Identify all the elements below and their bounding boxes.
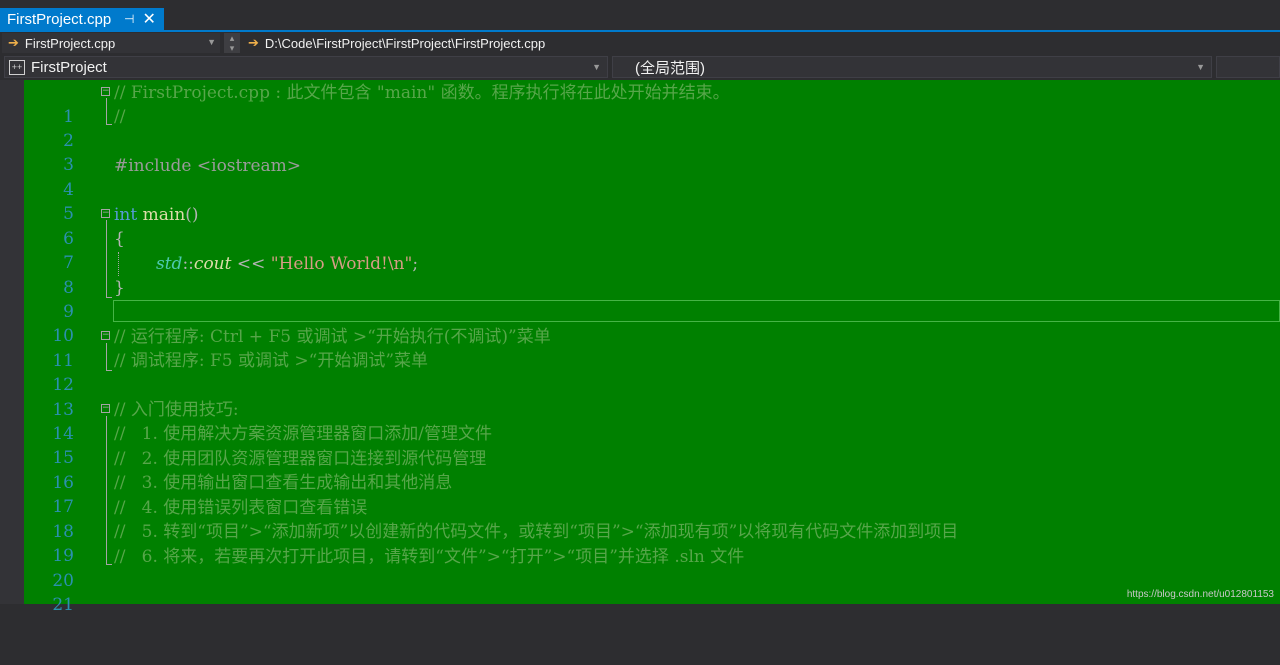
tab-firstproject-cpp[interactable]: FirstProject.cpp ⊣ ✕	[0, 8, 164, 30]
keyword-int: int	[114, 205, 138, 225]
file-path-bar[interactable]: ➔ D:\Code\FirstProject\FirstProject\Firs…	[246, 33, 1276, 53]
code-line-10: 10	[0, 300, 1280, 346]
code-line-11: 11 − // 运行程序: Ctrl + F5 或调试 >“开始执行(不调试)”…	[0, 325, 1280, 371]
project-dropdown-label: FirstProject	[31, 58, 107, 76]
code-line-4: 4 #include <iostream>	[0, 154, 1280, 200]
member-dropdown[interactable]	[1216, 56, 1280, 78]
code-line-9: 9 }	[0, 276, 1280, 322]
line-code: #include <iostream>	[114, 156, 302, 176]
code-line-2: 2 //	[0, 105, 1280, 151]
file-path-label: D:\Code\FirstProject\FirstProject\FirstP…	[264, 35, 546, 51]
line-code: // 4. 使用错误列表窗口查看错误	[114, 498, 368, 518]
code-line-18: 18 // 4. 使用错误列表窗口查看错误	[0, 496, 1280, 542]
collapse-icon[interactable]: −	[101, 404, 110, 413]
line-code: // 运行程序: Ctrl + F5 或调试 >“开始执行(不调试)”菜单	[114, 327, 551, 347]
collapse-icon[interactable]: −	[101, 331, 110, 340]
line-code: // 6. 将来，若要再次打开此项目，请转到“文件”>“打开”>“项目”并选择 …	[114, 547, 745, 567]
project-dropdown[interactable]: ++ FirstProject ▼	[4, 56, 608, 78]
file-navigation-bar: ➔ FirstProject.cpp ▼ ▴ ▾ ➔ D:\Code\FirstP…	[0, 32, 1280, 54]
namespace-std: std	[156, 254, 183, 274]
line-code: // 2. 使用团队资源管理器窗口连接到源代码管理	[114, 449, 487, 469]
string-literal: "Hello World!\n"	[270, 254, 413, 274]
identifier-cout: cout	[193, 254, 232, 274]
code-line-17: 17 // 3. 使用输出窗口查看生成输出和其他消息	[0, 471, 1280, 517]
line-code: // 1. 使用解决方案资源管理器窗口添加/管理文件	[114, 424, 493, 444]
scope-dropdown-label: (全局范围)	[635, 59, 705, 77]
line-code: // 3. 使用输出窗口查看生成输出和其他消息	[114, 473, 453, 493]
close-icon[interactable]: ✕	[141, 9, 157, 29]
line-code: //	[114, 107, 126, 127]
semicolon: ;	[412, 254, 419, 274]
arrow-right-icon: ➔	[248, 35, 259, 50]
file-dropdown-label: FirstProject.cpp	[24, 35, 116, 51]
chevron-down-icon: ▼	[207, 37, 216, 47]
watermark-url: https://blog.csdn.net/u012801153	[1126, 589, 1274, 600]
line-code: // 入门使用技巧:	[114, 400, 239, 420]
code-line-8: 8 std::cout << "Hello World!\n";	[0, 252, 1280, 298]
pin-icon[interactable]: ⊣	[121, 12, 137, 26]
line-code: // 调试程序: F5 或调试 >“开始调试”菜单	[114, 351, 429, 371]
line-code: {	[114, 229, 125, 249]
code-line-12: 12 // 调试程序: F5 或调试 >“开始调试”菜单	[0, 349, 1280, 395]
stream-operator: <<	[231, 254, 271, 274]
parentheses: ()	[185, 205, 199, 225]
scope-dropdown[interactable]: (全局范围) ▼	[612, 56, 1212, 78]
line-code: }	[114, 278, 125, 298]
line-code: std::cout << "Hello World!\n";	[156, 252, 418, 276]
code-line-13: 13	[0, 374, 1280, 420]
line-number: 21	[52, 595, 74, 615]
collapse-icon[interactable]: −	[101, 209, 110, 218]
chevron-down-icon: ▼	[1196, 62, 1205, 72]
line-code: int main()	[114, 203, 199, 227]
code-line-3: 3	[0, 129, 1280, 175]
code-line-14: 14 − // 入门使用技巧:	[0, 398, 1280, 444]
code-line-15: 15 // 1. 使用解决方案资源管理器窗口添加/管理文件	[0, 422, 1280, 468]
line-code: // FirstProject.cpp : 此文件包含 "main" 函数。程序…	[114, 83, 730, 103]
code-editor[interactable]: 1 − // FirstProject.cpp : 此文件包含 "main" 函…	[0, 80, 1280, 615]
function-name: main	[142, 205, 186, 225]
project-icon: ++	[9, 59, 25, 75]
code-line-7: 7 {	[0, 227, 1280, 273]
code-line-5: 5	[0, 178, 1280, 224]
arrow-right-icon: ➔	[8, 35, 19, 50]
code-line-21: 21	[0, 569, 1280, 615]
code-line-19: 19 // 5. 转到“项目”>“添加新项”以创建新的代码文件，或转到“项目”>…	[0, 520, 1280, 566]
code-line-6: 6 − int main()	[0, 203, 1280, 249]
code-line-20: 20 // 6. 将来，若要再次打开此项目，请转到“文件”>“打开”>“项目”并…	[0, 545, 1280, 591]
chevron-down-icon: ▼	[592, 62, 601, 72]
code-line-1: 1 − // FirstProject.cpp : 此文件包含 "main" 函…	[0, 81, 1280, 127]
line-code: // 5. 转到“项目”>“添加新项”以创建新的代码文件，或转到“项目”>“添加…	[114, 522, 959, 542]
collapse-icon[interactable]: −	[101, 87, 110, 96]
document-tab-bar: FirstProject.cpp ⊣ ✕	[0, 0, 1280, 30]
code-line-16: 16 // 2. 使用团队资源管理器窗口连接到源代码管理	[0, 447, 1280, 493]
scope-navigation-bar: ++ FirstProject ▼ (全局范围) ▼	[0, 54, 1280, 79]
scope-operator: ::	[182, 254, 194, 274]
tab-title: FirstProject.cpp	[7, 10, 112, 28]
file-dropdown[interactable]: ➔ FirstProject.cpp ▼	[2, 33, 220, 53]
split-toggle-button[interactable]: ▴ ▾	[224, 33, 240, 53]
